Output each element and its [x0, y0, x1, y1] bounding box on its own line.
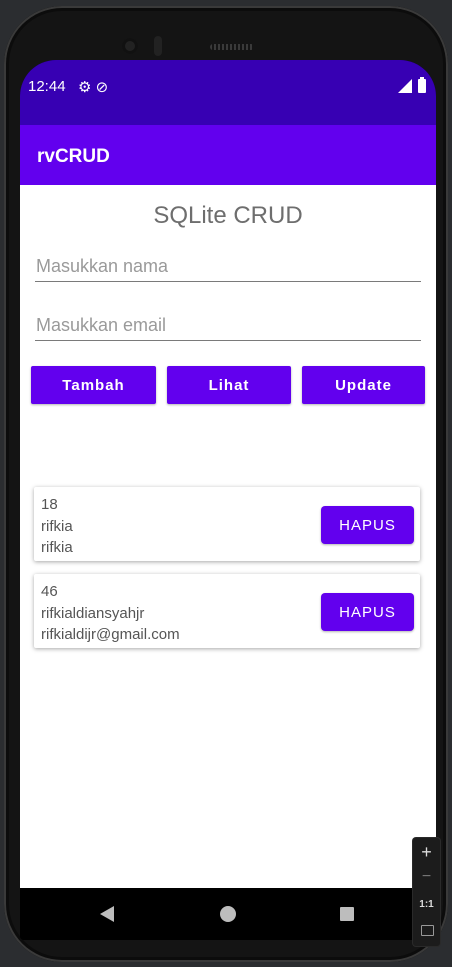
email-field [35, 310, 423, 341]
record-name: rifkia [41, 517, 73, 535]
record-email: rifkialdijr@gmail.com [41, 626, 180, 643]
record-email: rifkia [41, 539, 73, 556]
record-id: 46 [41, 583, 58, 600]
app-title: rvCRUD [37, 146, 110, 167]
zoom-fit-icon[interactable] [421, 925, 434, 936]
nav-recents-icon[interactable] [340, 907, 354, 921]
add-button[interactable]: Tambah [31, 366, 156, 404]
front-camera [122, 38, 138, 54]
status-time: 12:44 [28, 78, 66, 95]
zoom-out-button[interactable]: − [413, 868, 440, 886]
view-button[interactable]: Lihat [167, 366, 291, 404]
status-bar: 12:44 ⚙ ⊘ [20, 60, 436, 125]
status-right-icons [398, 77, 426, 93]
zoom-actual-size-button[interactable]: 1:1 [413, 899, 440, 910]
navigation-bar [20, 888, 436, 940]
page-title: SQLite CRUD [153, 202, 303, 229]
email-input[interactable] [35, 310, 423, 340]
name-input[interactable] [35, 251, 423, 281]
list-item: 18 rifkia rifkia HAPUS [34, 487, 420, 561]
zoom-in-button[interactable]: + [413, 842, 440, 863]
delete-button[interactable]: HAPUS [321, 593, 414, 631]
record-id: 18 [41, 496, 58, 513]
battery-icon [418, 77, 426, 93]
name-field [35, 251, 423, 282]
nav-back-icon[interactable] [100, 906, 114, 922]
main-content: SQLite CRUD Tambah Lihat Update 18 rifki… [20, 185, 436, 888]
emulator-zoom-controls: + − 1:1 [413, 838, 440, 946]
proximity-sensor [154, 36, 162, 56]
record-details: 18 rifkia rifkia [41, 494, 73, 559]
record-name: rifkialdiansyahjr [41, 604, 145, 622]
record-details: 46 rifkialdiansyahjr rifkialdijr@gmail.c… [41, 581, 180, 646]
device-screen: 12:44 ⚙ ⊘ rvCRUD SQLite CRUD Tambah Liha… [20, 60, 436, 940]
app-bar: rvCRUD [20, 125, 436, 185]
delete-button[interactable]: HAPUS [321, 506, 414, 544]
update-button[interactable]: Update [302, 366, 425, 404]
signal-icon [398, 79, 412, 93]
settings-icon: ⚙ ⊘ [78, 79, 109, 96]
nav-home-icon[interactable] [220, 906, 236, 922]
list-item: 46 rifkialdiansyahjr rifkialdijr@gmail.c… [34, 574, 420, 648]
earpiece-speaker [210, 44, 254, 50]
